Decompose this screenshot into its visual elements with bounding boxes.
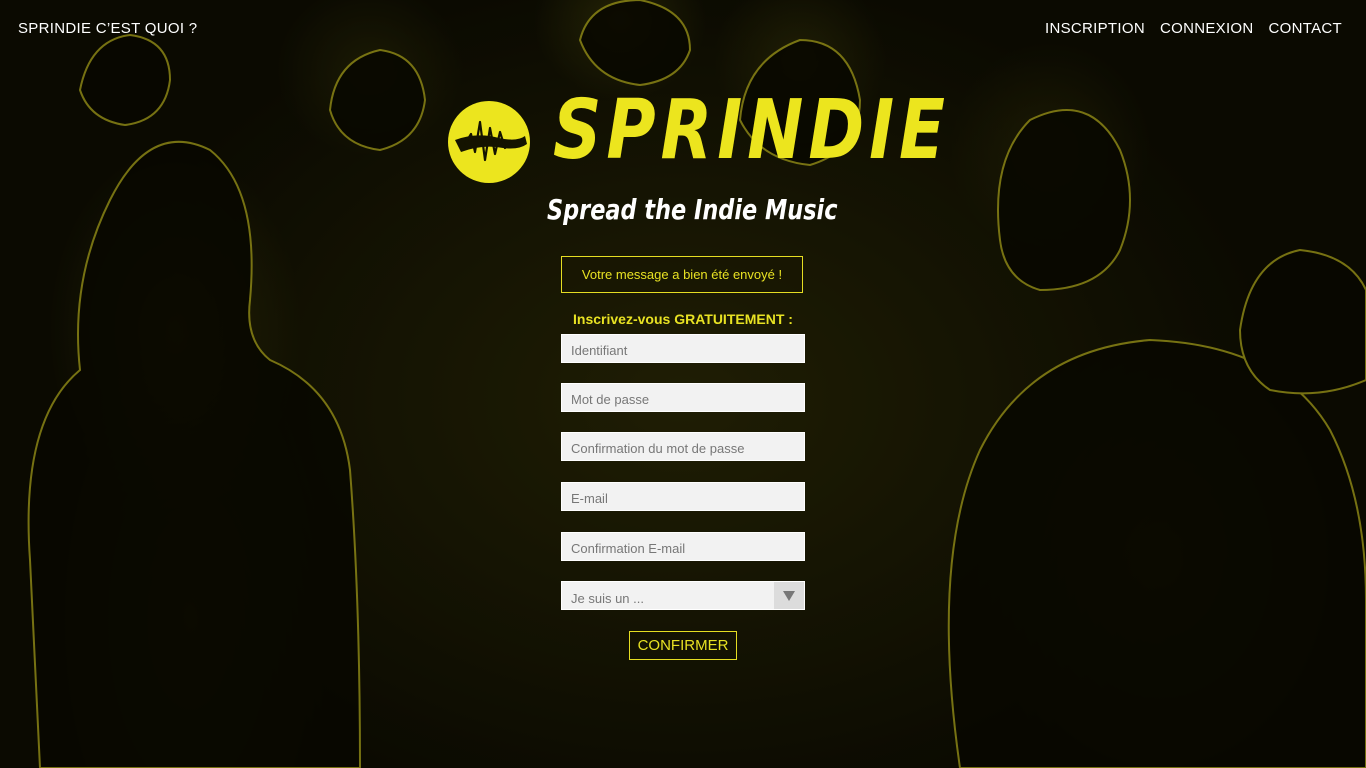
email-input[interactable] [561, 482, 805, 511]
role-select[interactable]: Je suis un ... [561, 581, 805, 610]
triangle-down-icon [783, 590, 795, 601]
nav-item-contact[interactable]: CONTACT [1269, 20, 1342, 37]
top-nav: INSCRIPTION CONNEXION CONTACT [1045, 20, 1342, 37]
signup-title: Inscrivez-vous GRATUITEMENT : [573, 311, 793, 327]
nav-item-inscription[interactable]: INSCRIPTION [1045, 20, 1145, 37]
password-input[interactable] [561, 383, 805, 412]
brand-tagline: Spread the Indie Music [547, 193, 838, 226]
brand-logo: SPRINDIE Spread the Indie Music [447, 90, 945, 236]
nav-item-connexion[interactable]: CONNEXION [1160, 20, 1254, 37]
username-input[interactable] [561, 334, 805, 363]
role-select-value: Je suis un ... [571, 591, 644, 606]
select-toggle[interactable] [774, 582, 804, 609]
sprindie-waveform-logo-icon [448, 101, 530, 183]
email-confirm-input[interactable] [561, 532, 805, 561]
brand-name: SPRINDIE [553, 83, 950, 178]
confirm-button[interactable]: CONFIRMER [629, 631, 737, 660]
password-confirm-input[interactable] [561, 432, 805, 461]
nav-about-link[interactable]: SPRINDIE C’EST QUOI ? [18, 20, 197, 37]
flash-message: Votre message a bien été envoyé ! [561, 256, 803, 293]
